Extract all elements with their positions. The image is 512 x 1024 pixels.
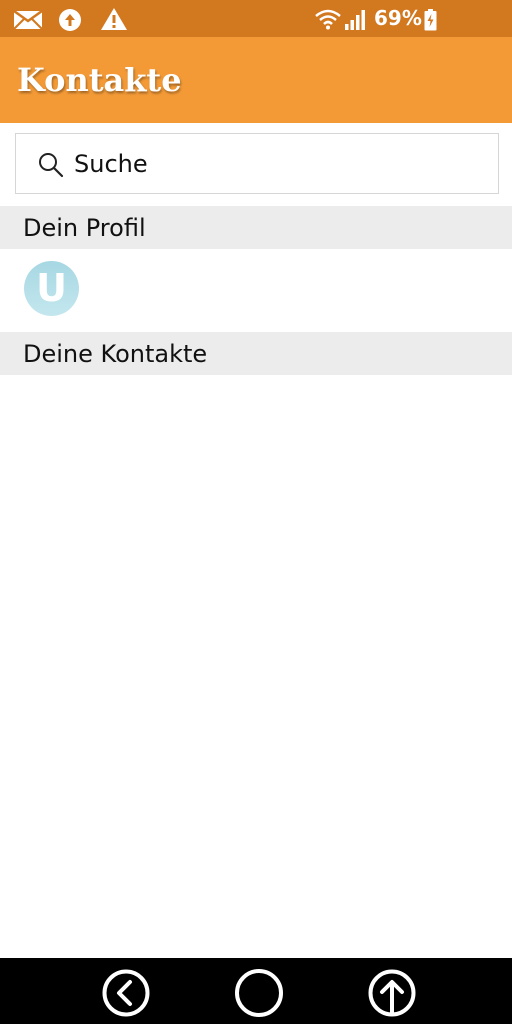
status-bar: 69%: [0, 0, 512, 37]
section-header-profile-label: Dein Profil: [23, 214, 146, 242]
section-header-contacts-label: Deine Kontakte: [23, 340, 208, 368]
page-title: Kontakte: [17, 61, 182, 99]
signal-icon: [345, 10, 365, 30]
battery-charging-icon: [424, 9, 437, 31]
home-icon[interactable]: [234, 968, 284, 1018]
upload-notification-icon: [59, 9, 81, 31]
wifi-icon: [315, 9, 341, 30]
contacts-list: [0, 375, 512, 958]
section-header-profile: Dein Profil: [0, 206, 512, 249]
section-header-contacts: Deine Kontakte: [0, 332, 512, 375]
search-input[interactable]: [74, 146, 474, 182]
avatar[interactable]: U: [24, 261, 79, 316]
warning-icon: [101, 8, 127, 30]
back-icon[interactable]: [101, 968, 151, 1018]
battery-percentage: 69%: [374, 6, 422, 30]
search-box[interactable]: [15, 133, 499, 194]
app-bar: Kontakte: [0, 37, 512, 123]
navigation-bar: [0, 958, 512, 1024]
search-icon: [39, 153, 64, 178]
mail-icon: [13, 10, 43, 30]
scroll-up-icon[interactable]: [367, 968, 417, 1018]
